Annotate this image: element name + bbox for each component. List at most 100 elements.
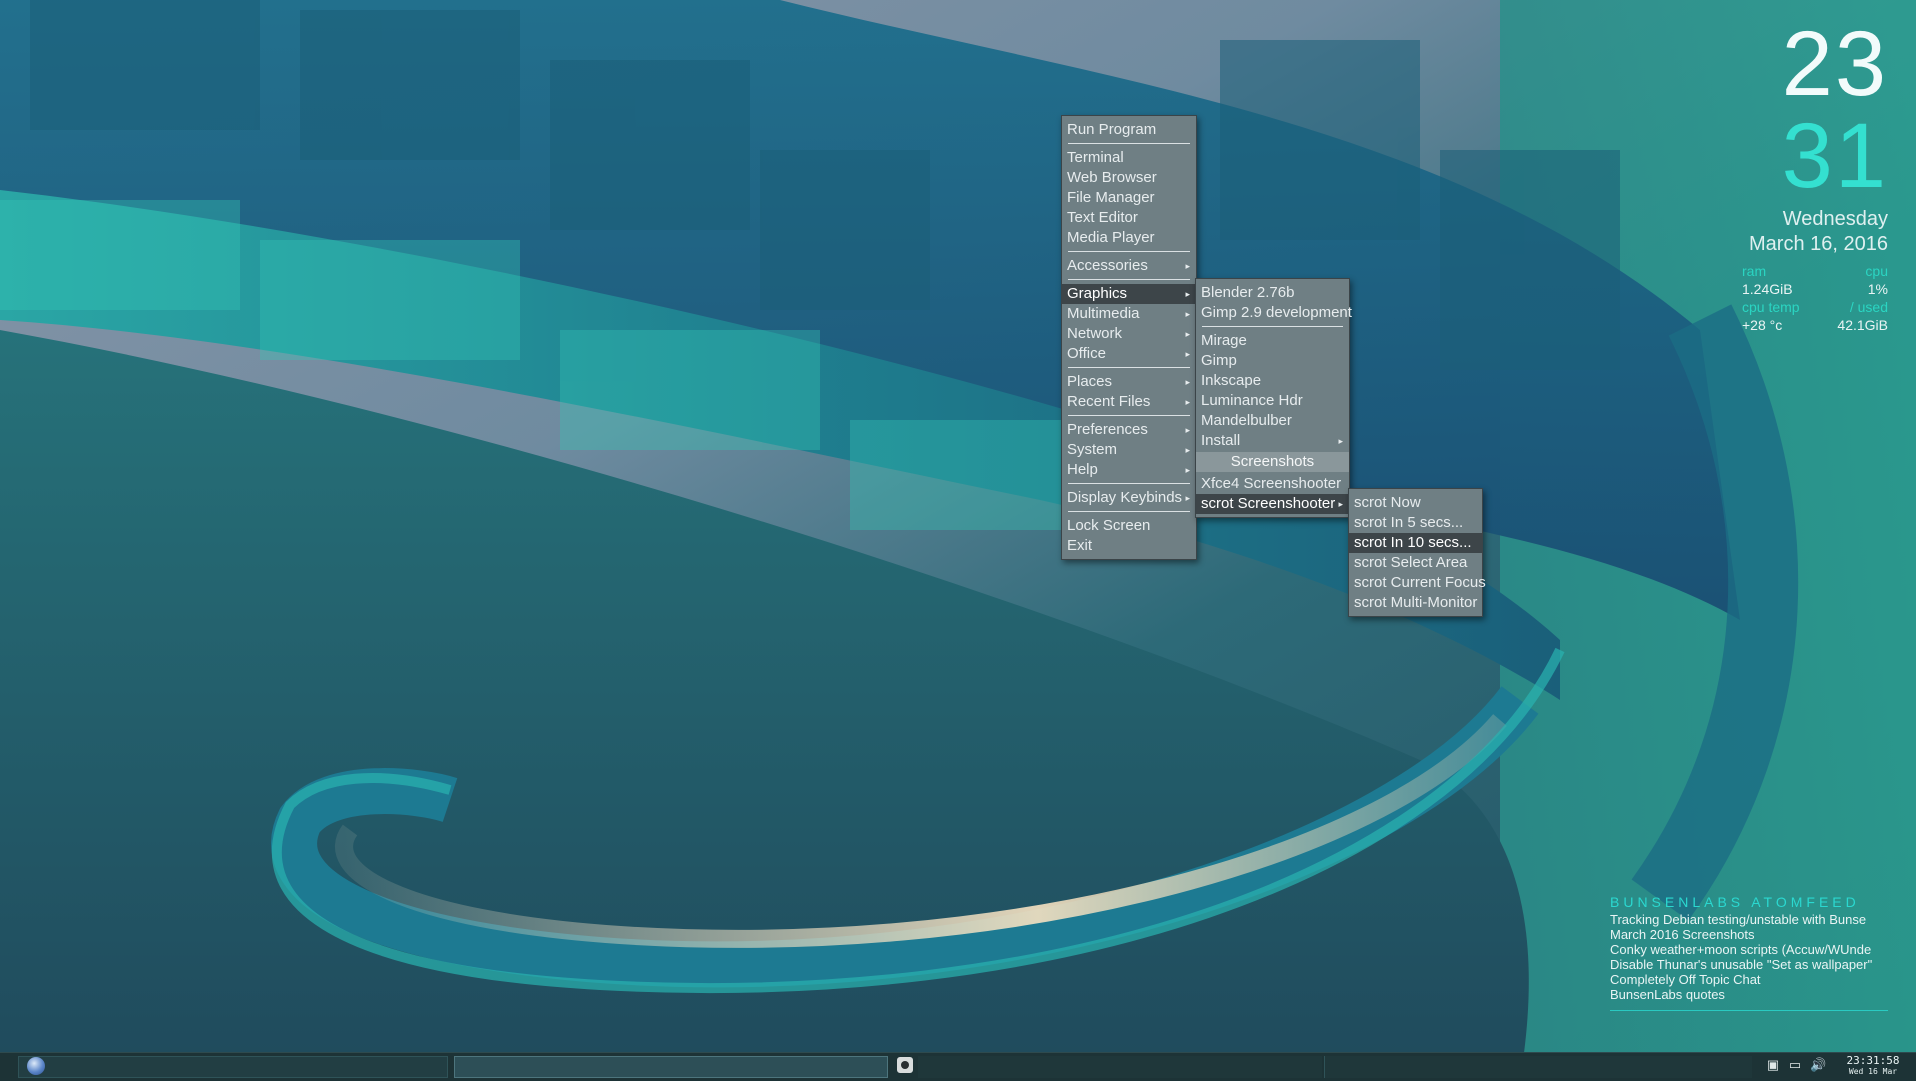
menu-item-accessories[interactable]: Accessories ▸ [1062,256,1196,276]
menu-item-exit[interactable]: Exit [1062,536,1196,556]
menu-item-file-manager[interactable]: File Manager [1062,188,1196,208]
graphics-item-gimp-2-9-development[interactable]: Gimp 2.9 development [1196,303,1352,323]
menu-item-label: Inkscape [1201,372,1262,389]
feed-item[interactable]: Disable Thunar's unusable "Set as wallpa… [1610,957,1888,972]
menu-item-network[interactable]: Network ▸ [1062,324,1196,344]
menu-item-lock-screen[interactable]: Lock Screen [1062,516,1196,536]
clock-date: March 16, 2016 [1749,233,1888,255]
feed-item[interactable]: March 2016 Screenshots [1610,927,1888,942]
panel-empty-area-right [1324,1056,1752,1078]
menu-item-text-editor[interactable]: Text Editor [1062,208,1196,228]
menu-item-web-browser[interactable]: Web Browser [1062,168,1196,188]
menu-item-help[interactable]: Help ▸ [1062,460,1196,480]
submenu-arrow-icon: ▸ [1185,493,1190,503]
feed-item[interactable]: Completely Off Topic Chat [1610,972,1888,987]
scrot-submenu: scrot Now scrot In 5 secs... scrot In 10 s… [1348,488,1486,617]
taskbar-panel [0,1052,1916,1081]
scrot-item-scrot-select-area[interactable]: scrot Select Area [1349,553,1482,573]
submenu-arrow-icon: ▸ [1338,436,1343,446]
menu-item-label: Lock Screen [1067,517,1151,534]
scrot-item-scrot-in-10-secs[interactable]: scrot In 10 secs... [1349,533,1482,553]
menu-item-label: Run Program [1067,121,1157,138]
graphics-submenu: Blender 2.76b Gimp 2.9 development Mirage G… [1195,278,1352,518]
used-label: / used [1849,299,1888,315]
menu-separator [1068,251,1190,252]
screenshot-app-icon[interactable] [897,1057,913,1073]
menu-item-label: Text Editor [1067,209,1138,226]
graphics-item-mirage[interactable]: Mirage [1196,331,1349,351]
graphics-item-gimp[interactable]: Gimp [1196,351,1349,371]
graphics-item-xfce4-screenshooter[interactable]: Xfce4 Screenshooter [1196,474,1349,494]
submenu-arrow-icon: ▸ [1185,445,1190,455]
menu-item-recent-files[interactable]: Recent Files ▸ [1062,392,1196,412]
menu-item-label: Accessories [1067,257,1148,274]
menu-separator [1068,367,1190,368]
menu-item-label: Gimp 2.9 development [1201,304,1352,321]
menu-item-terminal[interactable]: Terminal [1062,148,1196,168]
menu-separator [1068,483,1190,484]
menu-item-label: Blender 2.76b [1201,284,1295,301]
graphics-item-mandelbulber[interactable]: Mandelbulber [1196,411,1349,431]
menu-item-office[interactable]: Office ▸ [1062,344,1196,364]
menu-item-label: Graphics [1067,285,1128,302]
feed-divider [1610,1010,1888,1011]
graphics-item-inkscape[interactable]: Inkscape [1196,371,1349,391]
graphics-item-install[interactable]: Install ▸ [1196,431,1349,451]
volume-icon[interactable]: 🔊 [1810,1058,1826,1072]
menu-item-preferences[interactable]: Preferences ▸ [1062,420,1196,440]
menu-separator [1068,511,1190,512]
scrot-item-scrot-now[interactable]: scrot Now [1349,493,1482,513]
panel-launcher-area[interactable] [18,1056,448,1078]
menu-item-run-program[interactable]: Run Program [1062,120,1196,140]
panel-clock[interactable]: 23:31:58 Wed 16 Mar [1838,1055,1908,1077]
panel-date: Wed 16 Mar [1848,1067,1898,1076]
menu-item-label: Help [1067,461,1098,478]
clipboard-icon[interactable]: ▣ [1766,1058,1780,1072]
cpu-value: 1% [1867,281,1888,297]
display-icon[interactable]: ▭ [1788,1058,1802,1072]
menu-item-graphics[interactable]: Graphics ▸ [1062,284,1196,304]
conky-stats: ram cpu 1.24GiB 1% cpu temp / used +28 °… [1742,262,1888,334]
feed-item[interactable]: BunsenLabs quotes [1610,987,1888,1002]
menu-item-label: File Manager [1067,189,1155,206]
submenu-arrow-icon: ▸ [1185,289,1190,299]
menu-item-label: scrot Multi-Monitor [1354,594,1478,611]
panel-empty-area [918,1056,1322,1078]
graphics-item-luminance-hdr[interactable]: Luminance Hdr [1196,391,1349,411]
menu-separator [1068,143,1190,144]
feed-item[interactable]: Conky weather+moon scripts (Accuw/WUnde [1610,942,1888,957]
scrot-item-scrot-current-focus[interactable]: scrot Current Focus [1349,573,1486,593]
feed-item[interactable]: Tracking Debian testing/unstable with Bu… [1610,912,1888,927]
menu-item-places[interactable]: Places ▸ [1062,372,1196,392]
menu-item-media-player[interactable]: Media Player [1062,228,1196,248]
menu-item-label: Xfce4 Screenshooter [1201,475,1342,492]
menu-item-label: scrot In 5 secs... [1354,514,1464,531]
ram-label: ram [1742,263,1767,279]
scrot-item-scrot-multi-monitor[interactable]: scrot Multi-Monitor [1349,593,1482,613]
submenu-arrow-icon: ▸ [1185,377,1190,387]
menu-item-multimedia[interactable]: Multimedia ▸ [1062,304,1196,324]
submenu-arrow-icon: ▸ [1185,261,1190,271]
submenu-arrow-icon: ▸ [1185,465,1190,475]
menu-item-label: Mandelbulber [1201,412,1292,429]
menu-item-label: Display Keybinds [1067,489,1183,506]
taskbar-window-button[interactable] [454,1056,888,1078]
menu-item-system[interactable]: System ▸ [1062,440,1196,460]
menu-item-label: scrot Select Area [1354,554,1468,571]
submenu-arrow-icon: ▸ [1185,329,1190,339]
submenu-arrow-icon: ▸ [1185,309,1190,319]
menu-item-label: Install [1201,432,1241,449]
start-menu-icon[interactable] [27,1057,45,1075]
clock-hour: 23 [1781,13,1888,115]
scrot-item-scrot-in-5-secs[interactable]: scrot In 5 secs... [1349,513,1482,533]
menu-item-label: Luminance Hdr [1201,392,1303,409]
graphics-item-scrot-screenshooter[interactable]: scrot Screenshooter ▸ [1196,494,1349,514]
menu-item-display-keybinds[interactable]: Display Keybinds ▸ [1062,488,1196,508]
cpu-label: cpu [1865,263,1888,279]
submenu-arrow-icon: ▸ [1185,349,1190,359]
menu-item-label: scrot Current Focus [1354,574,1486,591]
graphics-item-blender-2-76b[interactable]: Blender 2.76b [1196,283,1349,303]
atomfeed-widget: BUNSENLABS ATOMFEED Tracking Debian test… [1610,894,1888,1011]
menu-item-label: Network [1067,325,1123,342]
clock-weekday: Wednesday [1782,208,1888,230]
